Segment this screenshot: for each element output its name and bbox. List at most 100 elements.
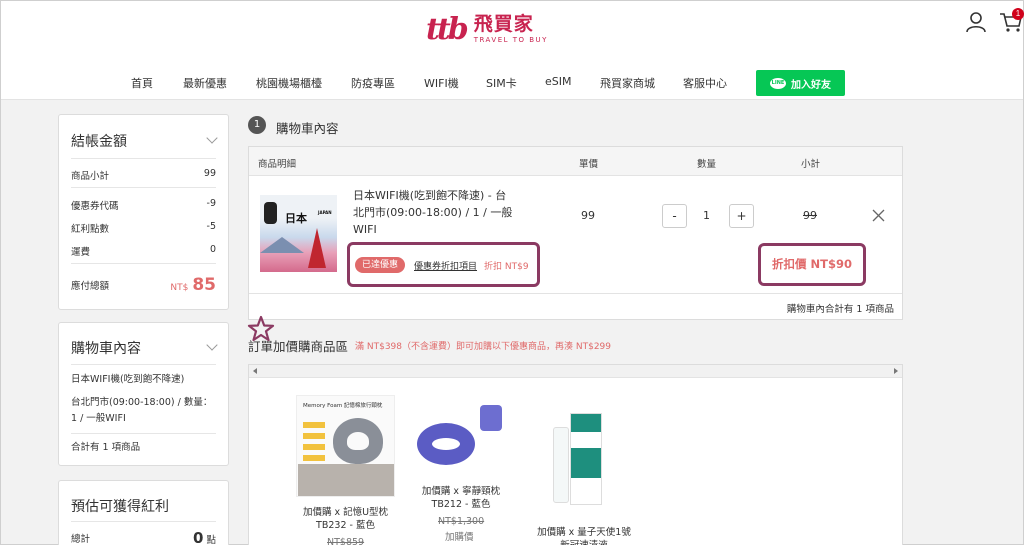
line-icon: LINE xyxy=(770,77,786,89)
neck-pillow-graphic xyxy=(417,423,475,465)
close-icon[interactable] xyxy=(872,209,885,222)
nav-epidemic-zone[interactable]: 防疫專區 xyxy=(351,75,395,91)
cart-table: 商品明細 單價 數量 小計 日本 JAPAN 日本WIFI機(吃到飽不降速) -… xyxy=(248,146,903,320)
divider xyxy=(249,293,902,294)
total-label: 應付總額 xyxy=(71,281,110,292)
subtotal-value: 99 xyxy=(203,168,216,179)
logo-mark: ttb xyxy=(426,11,469,47)
header-product: 商品明細 xyxy=(258,159,297,170)
cart-contents-panel: 購物車內容 日本WIFI機(吃到飽不降速) 台北門市(09:00-18:00) … xyxy=(58,322,229,466)
coupon-discount-link[interactable]: 優惠券折扣項目 xyxy=(414,259,477,272)
nav-customer-service[interactable]: 客服中心 xyxy=(683,75,727,91)
cart-count-badge: 1 xyxy=(1012,8,1024,20)
step-number-badge: 1 xyxy=(248,116,266,134)
addon-product-image[interactable] xyxy=(549,411,615,507)
total-row: 應付總額 NT$ 85 xyxy=(71,275,216,295)
points-label: 紅利點數 xyxy=(71,224,110,235)
nav-airport-counter[interactable]: 桃園機場櫃檯 xyxy=(256,75,322,91)
addon-price-tag: 加購價 xyxy=(445,532,474,543)
feature-icons-graphic xyxy=(303,422,325,462)
shipping-label: 運費 xyxy=(71,247,91,258)
cart-section-title: 購物車內容 xyxy=(276,121,339,136)
nav-sim[interactable]: SIM卡 xyxy=(486,75,517,91)
nav-esim[interactable]: eSIM xyxy=(545,75,572,88)
scroll-left-icon[interactable] xyxy=(253,368,257,374)
points-total-label: 總計 xyxy=(71,534,91,545)
coupon-value: -9 xyxy=(206,198,216,209)
cart-item-total-count: 購物車內合計有 1 項商品 xyxy=(786,304,894,315)
divider xyxy=(71,433,216,434)
nav-latest-deals[interactable]: 最新優惠 xyxy=(183,75,227,91)
quantity-value: 1 xyxy=(703,209,710,222)
product-photo-graphic xyxy=(298,464,394,496)
nav-mall[interactable]: 飛買家商城 xyxy=(600,75,655,91)
spray-bottle-graphic xyxy=(553,427,569,503)
main-nav: 首頁 最新優惠 桃園機場櫃檯 防疫專區 WIFI機 SIM卡 eSIM 飛買家商… xyxy=(1,70,1023,96)
unit-price: 99 xyxy=(581,209,595,222)
promo-highlight-box: 已達優惠 優惠券折扣項目 折扣 NT$9 xyxy=(347,242,540,287)
user-icon[interactable] xyxy=(965,11,987,33)
product-image-label: 日本 xyxy=(285,212,307,225)
addon-original-price: NT$859 xyxy=(327,537,365,545)
product-image[interactable]: 日本 JAPAN xyxy=(260,195,337,272)
divider xyxy=(71,187,216,188)
box-top-graphic xyxy=(571,414,601,432)
total-currency: NT$ xyxy=(170,283,189,293)
estimated-points-panel: 預估可獲得紅利 總計 0 點 xyxy=(58,480,229,545)
cart-item-detail: 台北門市(09:00-18:00) / 數量：1 / 一般WIFI xyxy=(71,397,213,424)
box-band-graphic xyxy=(571,448,601,478)
points-number: 0 xyxy=(193,529,204,545)
addon-product-name[interactable]: 加價購 x 寧靜頸枕 TB212 - 藍色 xyxy=(409,485,513,511)
discounted-price-box: 折扣價 NT$90 xyxy=(758,243,866,286)
points-panel-title: 預估可獲得紅利 xyxy=(71,499,169,515)
points-total-row: 總計 0 點 xyxy=(71,529,216,545)
cart-panel-title: 購物車內容 xyxy=(71,341,141,357)
site-header: ttb 飛買家 TRAVEL TO BUY 1 首頁 最新優惠 桃園機場櫃檯 防… xyxy=(1,1,1024,100)
summary-title: 結帳金額 xyxy=(71,134,127,150)
line-add-friend-button[interactable]: LINE 加入好友 xyxy=(756,70,845,96)
shipping-value: 0 xyxy=(209,244,216,255)
wifi-device-graphic xyxy=(264,202,277,224)
discount-amount: 折扣 NT$9 xyxy=(484,262,529,272)
coupon-label: 優惠券代碼 xyxy=(71,201,119,212)
logo-english: TRAVEL TO BUY xyxy=(473,36,548,44)
divider xyxy=(71,263,216,264)
divider xyxy=(71,364,216,365)
addon-product-image[interactable] xyxy=(409,399,509,469)
header-subtotal: 小計 xyxy=(801,159,821,170)
quantity-increase-button[interactable]: + xyxy=(729,204,754,228)
scroll-right-icon[interactable] xyxy=(894,368,898,374)
discount-achieved-badge: 已達優惠 xyxy=(355,257,406,273)
addon-image-caption: Memory Foam 記憶棉旅行頸枕 xyxy=(303,403,383,409)
checkout-summary-panel: 結帳金額 商品小計 99 優惠券代碼 -9 紅利點數 -5 運費 0 應付總額 … xyxy=(58,114,229,310)
site-logo[interactable]: ttb 飛買家 TRAVEL TO BUY xyxy=(426,11,548,47)
pouch-graphic xyxy=(480,405,502,431)
original-subtotal: 99 xyxy=(803,209,817,222)
total-value: 85 xyxy=(192,275,216,295)
addon-product-name[interactable]: 加價購 x 記憶U型枕 TB232 - 藍色 xyxy=(296,506,395,532)
logo-chinese: 飛買家 xyxy=(473,13,534,35)
header-quantity: 數量 xyxy=(697,159,717,170)
cart-table-header: 商品明細 單價 數量 小計 xyxy=(249,147,902,176)
addon-section-title: 訂單加價購商品區 xyxy=(248,339,349,354)
coupon-row: 優惠券代碼 -9 xyxy=(71,198,216,212)
points-total-value: 0 點 xyxy=(193,529,216,545)
product-image-label-en: JAPAN xyxy=(318,210,332,215)
chevron-down-icon[interactable] xyxy=(206,132,218,144)
divider xyxy=(71,521,216,522)
mountain-graphic xyxy=(260,237,304,253)
total-amount: NT$ 85 xyxy=(170,275,216,295)
line-button-label: 加入好友 xyxy=(791,79,831,91)
chevron-down-icon[interactable] xyxy=(206,339,218,351)
addon-product-name[interactable]: 加價購 x 量子天使1號 新冠速清液 xyxy=(531,526,637,545)
nav-home[interactable]: 首頁 xyxy=(131,75,153,91)
horizontal-scrollbar[interactable] xyxy=(249,365,902,378)
product-name[interactable]: 日本WIFI機(吃到飽不降速) - 台北門市(09:00-18:00) / 1 … xyxy=(353,187,513,238)
nav-wifi[interactable]: WIFI機 xyxy=(424,75,459,91)
product-box-graphic xyxy=(570,413,602,505)
addon-product-list: Memory Foam 記憶棉旅行頸枕 加價購 x 記憶U型枕 TB232 - … xyxy=(248,364,903,545)
quantity-decrease-button[interactable]: - xyxy=(662,204,687,228)
cart-item-count: 合計有 1 項商品 xyxy=(71,442,141,453)
addon-product-image[interactable]: Memory Foam 記憶棉旅行頸枕 xyxy=(296,395,395,497)
cart-item-title: 日本WIFI機(吃到飽不降速) xyxy=(71,374,185,385)
